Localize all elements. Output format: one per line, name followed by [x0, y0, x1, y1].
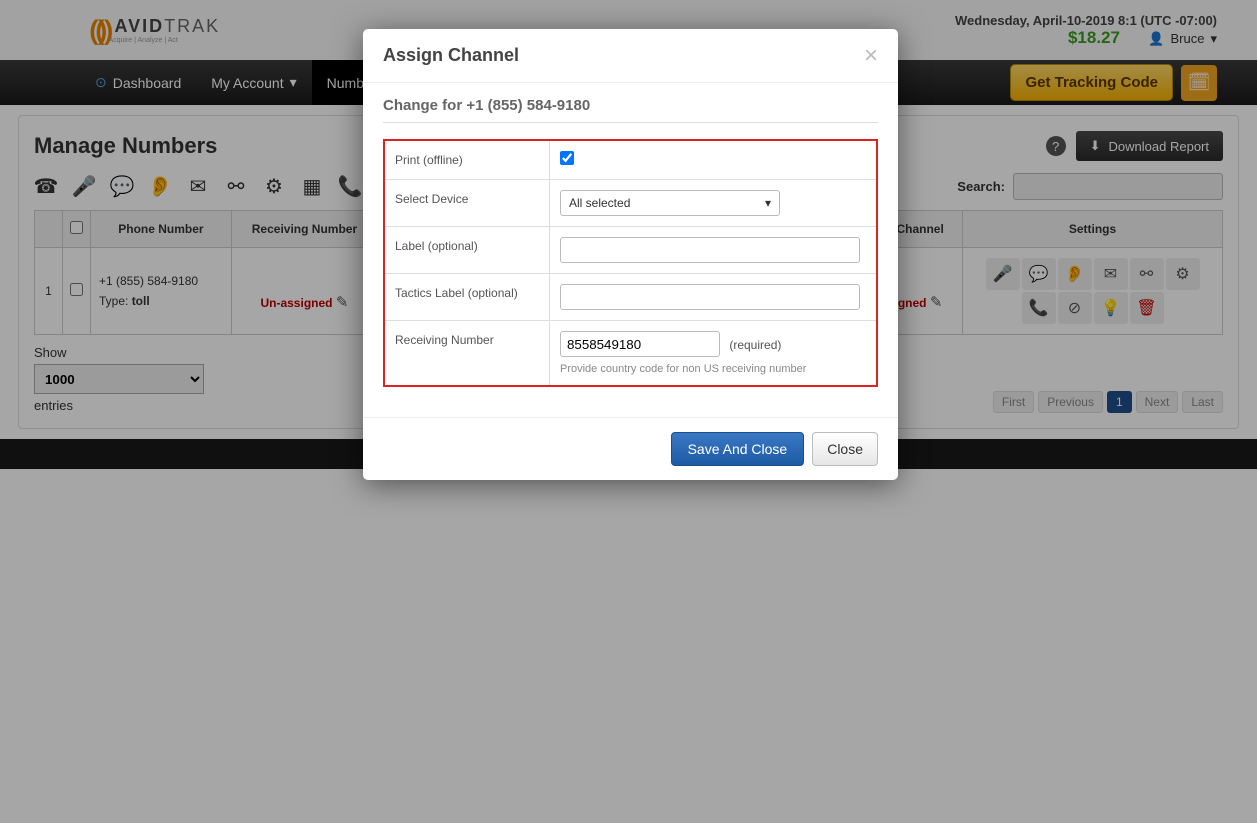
modal-title: Assign Channel	[383, 45, 519, 66]
modal-subtitle: Change for +1 (855) 584-9180	[383, 97, 878, 123]
print-label: Print (offline)	[385, 141, 550, 179]
assign-channel-modal: Assign Channel × Change for +1 (855) 584…	[363, 29, 898, 480]
tactics-input[interactable]	[560, 284, 860, 310]
print-checkbox[interactable]	[560, 151, 574, 165]
save-and-close-button[interactable]: Save And Close	[671, 432, 805, 466]
recv-num-label: Receiving Number	[385, 321, 550, 385]
tactics-label: Tactics Label (optional)	[385, 274, 550, 320]
form-container: Print (offline) Select Device All select…	[383, 139, 878, 387]
device-select[interactable]: All selected ▾	[560, 190, 780, 216]
receiving-number-input[interactable]	[560, 331, 720, 357]
label-opt-label: Label (optional)	[385, 227, 550, 273]
close-icon[interactable]: ×	[864, 47, 878, 65]
device-value: All selected	[569, 196, 630, 210]
device-label: Select Device	[385, 180, 550, 226]
chevron-down-icon: ▾	[765, 196, 771, 210]
label-input[interactable]	[560, 237, 860, 263]
close-button[interactable]: Close	[812, 432, 878, 466]
hint-text: Provide country code for non US receivin…	[560, 363, 866, 375]
required-label: (required)	[729, 338, 781, 352]
